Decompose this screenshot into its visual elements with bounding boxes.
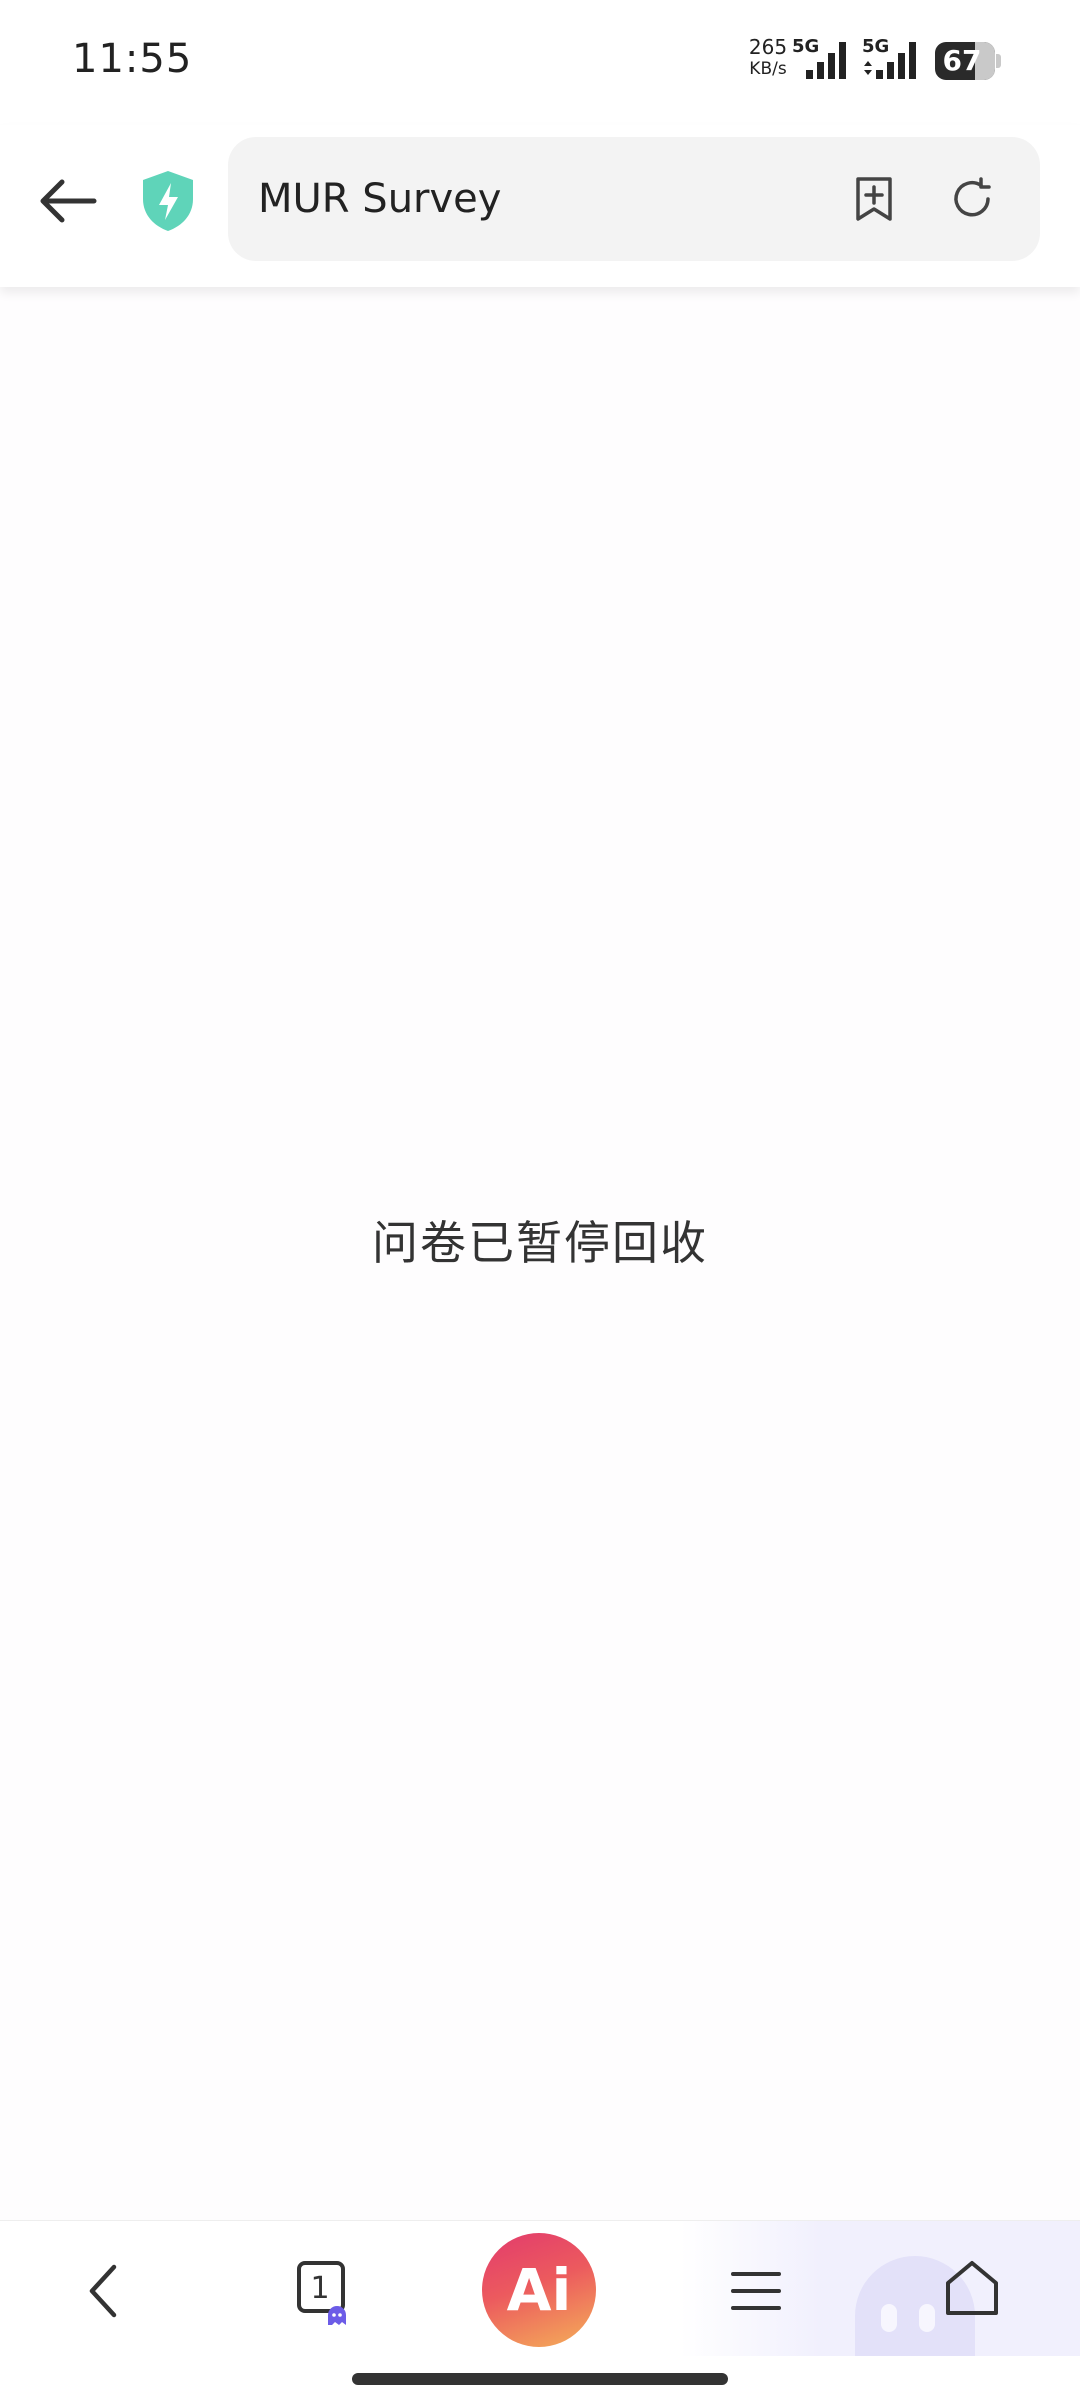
status-time: 11:55 <box>72 36 193 82</box>
url-field[interactable]: MUR Survey <box>228 137 1040 261</box>
back-arrow-icon[interactable] <box>36 169 100 233</box>
hamburger-menu-icon <box>731 2272 781 2310</box>
signal-strength-icon-sim1: 5G <box>792 36 862 82</box>
ai-assistant-button[interactable]: Ai <box>482 2233 596 2347</box>
gesture-home-indicator[interactable] <box>352 2373 728 2385</box>
page-title[interactable]: MUR Survey <box>258 137 501 261</box>
status-bar: 11:55 265 KB/s 5G 5G 67 <box>0 0 1080 125</box>
security-shield-icon[interactable] <box>140 169 196 233</box>
network-speed-unit: KB/s <box>749 59 787 79</box>
nav-back-button[interactable] <box>66 2251 146 2331</box>
page-content: 问卷已暂停回收 <box>0 287 1080 2220</box>
add-bookmark-icon[interactable] <box>850 175 898 223</box>
chevron-left-icon <box>89 2264 117 2318</box>
network-speed: 265 KB/s <box>740 36 796 80</box>
home-icon <box>946 2261 998 2315</box>
battery-percent: 67 <box>942 44 982 77</box>
home-button[interactable] <box>932 2251 1012 2331</box>
network-speed-value: 265 <box>748 35 788 59</box>
tabs-button[interactable]: 1 <box>282 2251 362 2331</box>
battery-icon: 67 <box>935 42 1001 80</box>
browser-address-bar: MUR Survey <box>0 125 1080 287</box>
tab-count: 1 <box>310 2271 330 2306</box>
survey-paused-message: 问卷已暂停回收 <box>372 1216 708 1270</box>
signal-strength-icon-sim2: 5G <box>862 36 932 82</box>
menu-button[interactable] <box>716 2251 796 2331</box>
refresh-icon[interactable] <box>948 175 996 223</box>
